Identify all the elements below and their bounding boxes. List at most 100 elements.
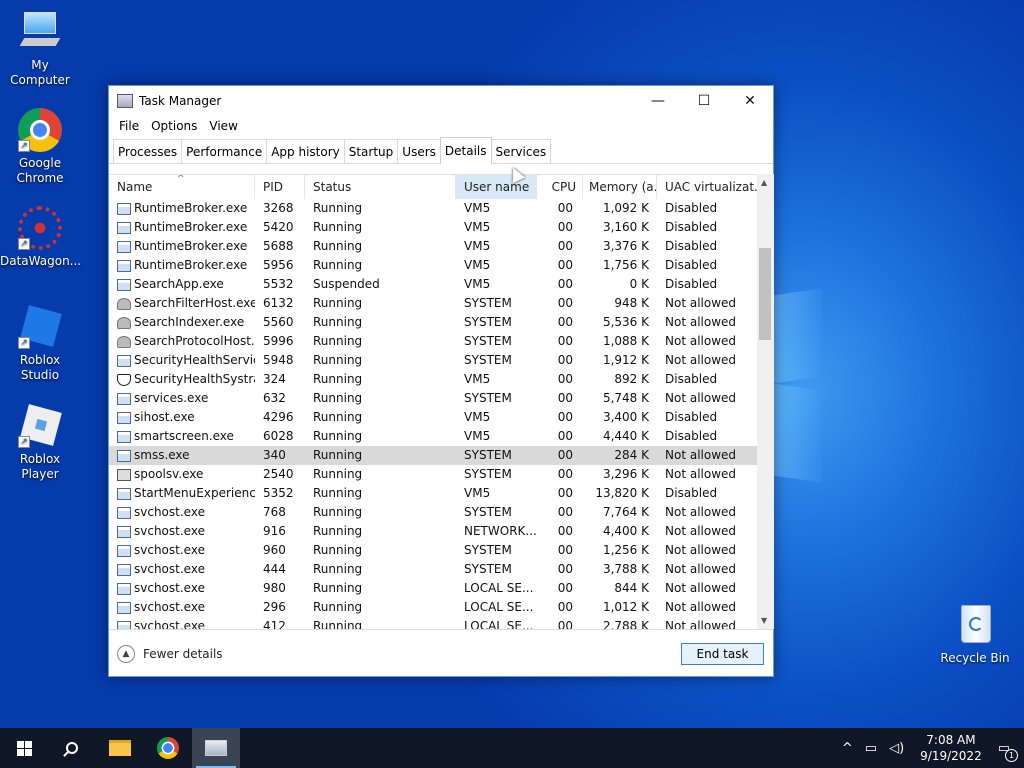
status-cell: Running — [313, 296, 363, 310]
uac-cell: Not allowed — [665, 524, 737, 538]
user-name-cell: SYSTEM — [464, 505, 512, 519]
taskbar-file-explorer[interactable] — [96, 728, 144, 768]
search-icon — [63, 742, 78, 757]
tab-app-history[interactable]: App history — [266, 139, 345, 163]
menu-file[interactable]: File — [113, 119, 145, 133]
column-header-user-name[interactable]: User name — [456, 175, 537, 199]
column-header-cpu[interactable]: CPU — [537, 175, 583, 199]
table-row[interactable]: svchost.exe 412 Running LOCAL SE... 00 2,788 … — [109, 617, 757, 629]
cpu-cell: 00 — [557, 429, 573, 443]
tab-strip: Processes Performance App history Startu… — [109, 136, 773, 164]
cpu-cell: 00 — [557, 353, 573, 367]
menu-view[interactable]: View — [203, 119, 243, 133]
computer-icon — [18, 10, 62, 54]
clock[interactable]: 7:08 AM 9/19/2022 — [920, 732, 982, 764]
cpu-cell: 00 — [557, 201, 573, 215]
uac-cell: Not allowed — [665, 543, 737, 557]
status-cell: Running — [313, 258, 363, 272]
memory-cell: 1,088 K — [602, 334, 649, 348]
minimize-button[interactable]: — — [635, 86, 681, 116]
desktop-icon-google-chrome[interactable]: ↗ Google Chrome — [0, 108, 80, 186]
pid-cell: 340 — [263, 448, 286, 462]
task-manager-window: Task Manager — ☐ ✕ File Options View Pro… — [108, 85, 774, 677]
column-header-pid[interactable]: PID — [255, 175, 305, 199]
clock-date: 9/19/2022 — [920, 749, 982, 763]
window-icon — [117, 221, 131, 234]
cpu-cell: 00 — [557, 562, 573, 576]
table-row[interactable]: svchost.exe 916 Running NETWORK... 00 4,400 K… — [109, 522, 757, 541]
vertical-scrollbar[interactable]: ▲ ▼ — [757, 174, 774, 629]
table-row[interactable]: SearchApp.exe 5532 Suspended VM5 00 0 K Disabl… — [109, 275, 757, 294]
tab-users[interactable]: Users — [397, 139, 441, 163]
table-row[interactable]: svchost.exe 980 Running LOCAL SE... 00 844 K N… — [109, 579, 757, 598]
table-row[interactable]: svchost.exe 960 Running SYSTEM 00 1,256 K Not … — [109, 541, 757, 560]
table-row[interactable]: services.exe 632 Running SYSTEM 00 5,748 K Not… — [109, 389, 757, 408]
close-button[interactable]: ✕ — [727, 86, 773, 116]
user-name-cell: VM5 — [464, 258, 491, 272]
table-row[interactable]: RuntimeBroker.exe 5688 Running VM5 00 3,376 K… — [109, 237, 757, 256]
scrollbar-thumb[interactable] — [759, 248, 771, 340]
shortcut-arrow-icon: ↗ — [18, 140, 30, 152]
taskbar-task-manager[interactable] — [192, 728, 240, 768]
column-header-name[interactable]: Name ^ — [109, 175, 255, 199]
desktop-icon-roblox-studio[interactable]: ↗ Roblox Studio — [0, 305, 80, 383]
table-row[interactable]: smartscreen.exe 6028 Running VM5 00 4,440 K Di… — [109, 427, 757, 446]
fewer-details-button[interactable]: ▲ Fewer details — [117, 645, 223, 663]
scroll-up-arrow-icon[interactable]: ▲ — [761, 178, 767, 187]
end-task-button[interactable]: End task — [681, 643, 764, 665]
table-row[interactable]: SearchProtocolHost.... 5996 Running SYSTEM 0… — [109, 332, 757, 351]
column-header-uac-virtualization[interactable]: UAC virtualizat... — [657, 175, 757, 199]
process-name-cell: RuntimeBroker.exe — [109, 256, 255, 275]
column-header-memory[interactable]: Memory (a... — [583, 175, 657, 199]
memory-cell: 3,296 K — [602, 467, 649, 481]
maximize-button[interactable]: ☐ — [681, 86, 727, 116]
table-row[interactable]: SearchIndexer.exe 5560 Running SYSTEM 00 5,53… — [109, 313, 757, 332]
menu-options[interactable]: Options — [145, 119, 203, 133]
table-row[interactable]: spoolsv.exe 2540 Running SYSTEM 00 3,296 K Not… — [109, 465, 757, 484]
cpu-cell: 00 — [557, 448, 573, 462]
desktop-icon-roblox-player[interactable]: ↗ Roblox Player — [0, 404, 80, 482]
scroll-down-arrow-icon[interactable]: ▼ — [761, 616, 767, 625]
uac-cell: Disabled — [665, 239, 718, 253]
table-row[interactable]: SearchFilterHost.exe 6132 Running SYSTEM 00 9… — [109, 294, 757, 313]
desktop-icon-my-computer[interactable]: My Computer — [0, 10, 80, 88]
footer-bar: ▲ Fewer details End task — [109, 629, 773, 676]
table-row[interactable]: SecurityHealthServic... 5948 Running SYSTEM… — [109, 351, 757, 370]
table-row[interactable]: RuntimeBroker.exe 5420 Running VM5 00 3,160 K… — [109, 218, 757, 237]
tab-services[interactable]: Services — [490, 139, 552, 163]
notification-count-badge: 1 — [1005, 748, 1018, 762]
memory-cell: 13,820 K — [595, 486, 649, 500]
table-row[interactable]: svchost.exe 768 Running SYSTEM 00 7,764 K Not … — [109, 503, 757, 522]
table-row[interactable]: RuntimeBroker.exe 5956 Running VM5 00 1,756 K… — [109, 256, 757, 275]
start-button[interactable] — [0, 728, 48, 768]
table-row[interactable]: svchost.exe 444 Running SYSTEM 00 3,788 K Not … — [109, 560, 757, 579]
chevron-up-icon[interactable]: ^ — [842, 741, 853, 756]
user-name-cell: SYSTEM — [464, 562, 512, 576]
table-row[interactable]: svchost.exe 296 Running LOCAL SE... 00 1,012 … — [109, 598, 757, 617]
desktop-icon-datawagon[interactable]: ↗ DataWagon... — [0, 206, 81, 269]
table-row[interactable]: smss.exe 340 Running SYSTEM 00 284 K Not allow… — [109, 446, 757, 465]
tab-processes[interactable]: Processes — [113, 139, 183, 163]
menu-bar: File Options View — [109, 116, 773, 136]
tab-performance[interactable]: Performance — [181, 139, 268, 163]
search-button[interactable] — [48, 728, 96, 768]
process-name-cell: svchost.exe — [109, 541, 255, 560]
taskbar-chrome[interactable] — [144, 728, 192, 768]
desktop-icon-recycle-bin[interactable]: Recycle Bin — [935, 603, 1015, 666]
column-header-status[interactable]: Status — [305, 175, 456, 199]
table-row[interactable]: SecurityHealthSystra... 324 Running VM5 00 89… — [109, 370, 757, 389]
datawagon-icon: ↗ — [18, 206, 62, 250]
table-row[interactable]: sihost.exe 4296 Running VM5 00 3,400 K Disable… — [109, 408, 757, 427]
tab-startup[interactable]: Startup — [343, 139, 399, 163]
network-icon[interactable]: ▭ — [865, 741, 877, 756]
title-bar[interactable]: Task Manager — ☐ ✕ — [109, 86, 773, 116]
tab-details[interactable]: Details — [439, 137, 492, 164]
user-name-cell: LOCAL SE... — [464, 600, 534, 614]
cpu-cell: 00 — [557, 619, 573, 629]
table-row[interactable]: RuntimeBroker.exe 3268 Running VM5 00 1,092 K… — [109, 199, 757, 218]
pid-cell: 6028 — [263, 429, 294, 443]
chrome-icon: ↗ — [18, 108, 62, 152]
action-center-button[interactable]: ▭ 1 — [998, 741, 1018, 762]
table-row[interactable]: StartMenuExperienc... 5352 Running VM5 00 13,… — [109, 484, 757, 503]
volume-icon[interactable]: ◁) — [889, 741, 904, 756]
